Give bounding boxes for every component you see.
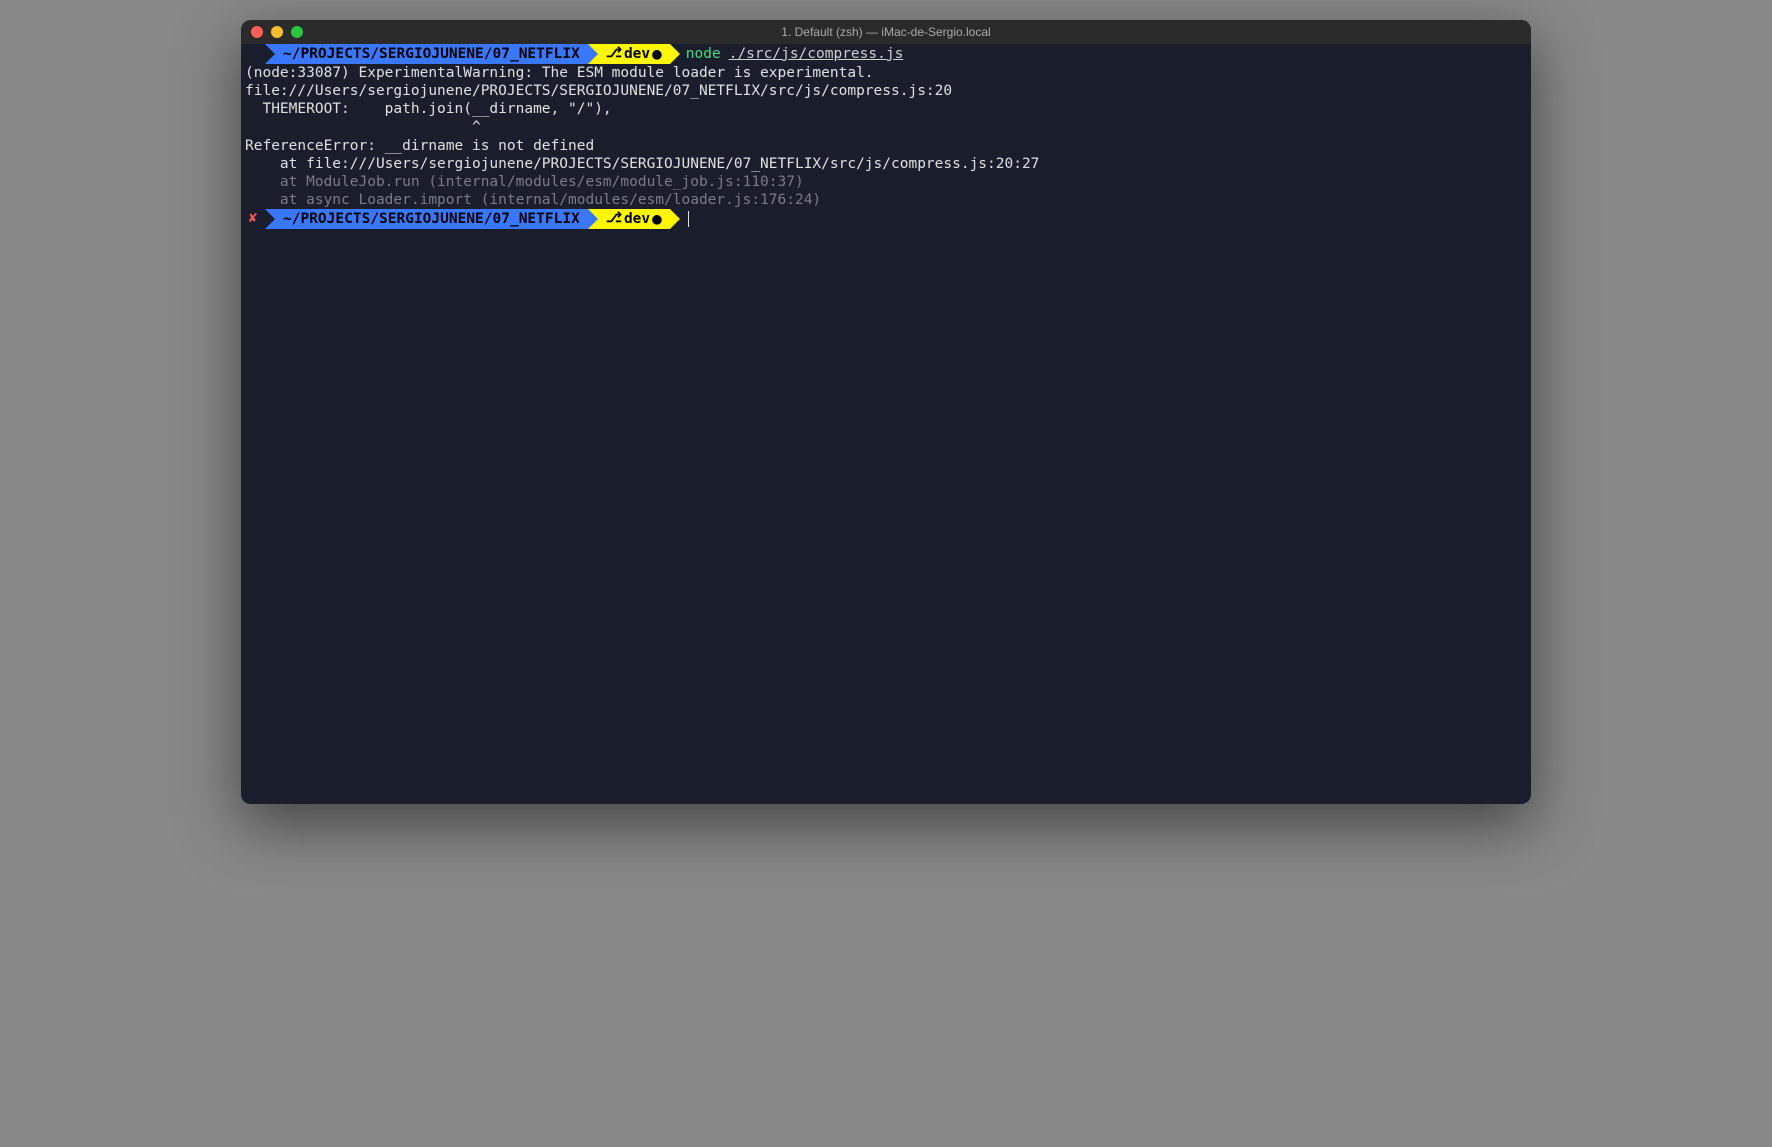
command-input: node ./src/js/compress.js: [680, 45, 904, 63]
segment-arrow: [588, 44, 598, 64]
status-indicator: ✘: [241, 209, 265, 229]
path-segment: ~/PROJECTS/SERGIOJUNENE/07_NETFLIX: [275, 209, 588, 229]
segment-arrow: [588, 209, 598, 229]
git-branch-icon: ⎇: [606, 210, 622, 228]
output-line: ReferenceError: __dirname is not defined: [241, 137, 1531, 155]
traffic-lights: [251, 26, 303, 38]
current-path: ~/PROJECTS/SERGIOJUNENE/07_NETFLIX: [283, 210, 580, 228]
error-status-icon: ✘: [249, 210, 257, 228]
output-line: (node:33087) ExperimentalWarning: The ES…: [241, 64, 1531, 82]
segment-arrow: [265, 44, 275, 64]
window-title: 1. Default (zsh) — iMac-de-Sergio.local: [781, 25, 990, 39]
git-branch-icon: ⎇: [606, 45, 622, 63]
output-line-dim: at async Loader.import (internal/modules…: [241, 191, 1531, 209]
dirty-indicator-icon: ●: [652, 211, 662, 227]
maximize-button[interactable]: [291, 26, 303, 38]
command-bin: node: [686, 45, 721, 63]
input-cursor[interactable]: [688, 211, 690, 227]
output-line-dim: at ModuleJob.run (internal/modules/esm/m…: [241, 173, 1531, 191]
output-line: THEMEROOT: path.join(__dirname, "/"),: [241, 100, 1531, 118]
branch-name: dev: [624, 45, 650, 63]
prompt-line-1: ~/PROJECTS/SERGIOJUNENE/07_NETFLIX ⎇ dev…: [241, 44, 1531, 64]
terminal-content[interactable]: ~/PROJECTS/SERGIOJUNENE/07_NETFLIX ⎇ dev…: [241, 44, 1531, 804]
branch-segment: ⎇ dev ●: [598, 44, 670, 64]
output-line: at file:///Users/sergiojunene/PROJECTS/S…: [241, 155, 1531, 173]
prompt-line-2: ✘ ~/PROJECTS/SERGIOJUNENE/07_NETFLIX ⎇ d…: [241, 209, 1531, 229]
branch-segment: ⎇ dev ●: [598, 209, 670, 229]
path-segment: ~/PROJECTS/SERGIOJUNENE/07_NETFLIX: [275, 44, 588, 64]
output-line: ^: [241, 118, 1531, 136]
terminal-window: 1. Default (zsh) — iMac-de-Sergio.local …: [241, 20, 1531, 804]
segment-arrow: [265, 209, 275, 229]
segment-arrow: [670, 44, 680, 64]
current-path: ~/PROJECTS/SERGIOJUNENE/07_NETFLIX: [283, 45, 580, 63]
command-arg: ./src/js/compress.js: [729, 45, 904, 63]
segment-arrow: [670, 209, 680, 229]
status-indicator: [241, 44, 265, 64]
output-line: file:///Users/sergiojunene/PROJECTS/SERG…: [241, 82, 1531, 100]
close-button[interactable]: [251, 26, 263, 38]
titlebar[interactable]: 1. Default (zsh) — iMac-de-Sergio.local: [241, 20, 1531, 44]
minimize-button[interactable]: [271, 26, 283, 38]
branch-name: dev: [624, 210, 650, 228]
dirty-indicator-icon: ●: [652, 46, 662, 62]
